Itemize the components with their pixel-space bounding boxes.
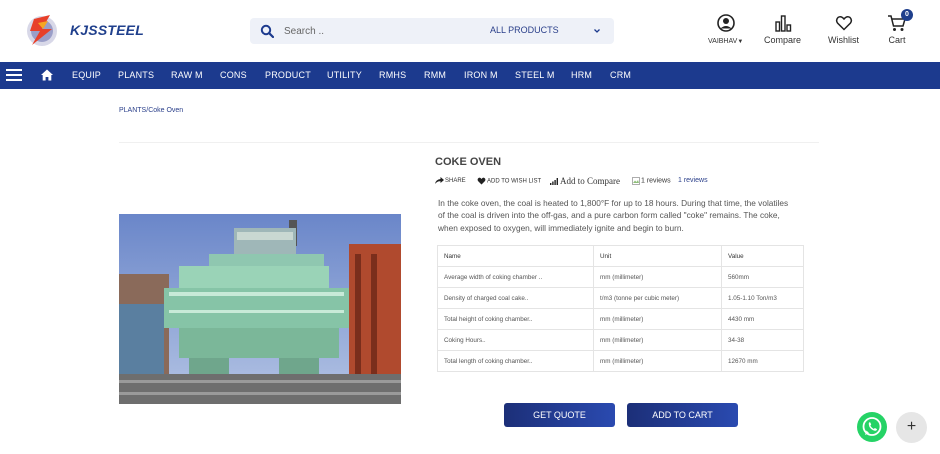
account-name: VAIBHAV xyxy=(708,38,738,45)
search-bar: ALL PRODUCTS xyxy=(250,18,614,44)
spec-value: 12670 mm xyxy=(721,350,804,372)
table-row: Total length of coking chamber.. mm (mil… xyxy=(437,350,804,372)
search-icon[interactable] xyxy=(260,24,274,38)
user-icon xyxy=(716,14,735,32)
compare-link[interactable]: Compare xyxy=(764,14,801,45)
plus-button[interactable]: + xyxy=(896,412,927,443)
category-select[interactable]: ALL PRODUCTS xyxy=(490,25,559,35)
nav-item-rmhs[interactable]: RMHS xyxy=(379,70,406,80)
site-header: KJSSTEEL ALL PRODUCTS VAIBHAV▼ xyxy=(0,0,940,62)
cart-label: Cart xyxy=(888,35,906,45)
nav-item-hrm[interactable]: HRM xyxy=(571,70,592,80)
nav-item-crm[interactable]: CRM xyxy=(610,70,631,80)
nav-item-raw-m[interactable]: RAW M xyxy=(171,70,203,80)
caret-down-icon: ▼ xyxy=(737,39,744,45)
share-icon xyxy=(435,177,444,184)
spec-unit: mm (millimeter) xyxy=(593,329,722,351)
nav-item-rmm[interactable]: RMM xyxy=(424,70,446,80)
wishlist-link[interactable]: Wishlist xyxy=(828,14,859,45)
spec-value: 1.05-1.10 Ton/m3 xyxy=(721,287,804,309)
reviews-link[interactable]: 1 reviews xyxy=(678,177,708,184)
specs-table: Name Unit Value Average width of coking … xyxy=(437,245,804,372)
compare-label: Compare xyxy=(764,35,802,45)
specs-header-value: Value xyxy=(721,245,804,267)
specs-header-unit: Unit xyxy=(593,245,722,267)
heart-icon xyxy=(835,16,852,31)
add-to-cart-button[interactable]: ADD TO CART xyxy=(627,403,738,427)
cart-count-badge: 0 xyxy=(901,9,913,21)
spec-name: Density of charged coal cake.. xyxy=(437,287,594,309)
bar-chart-icon xyxy=(550,178,558,186)
nav-item-equip[interactable]: EQUIP xyxy=(72,70,101,80)
wishlist-action-label: ADD TO WISH LIST xyxy=(487,178,542,185)
wishlist-label: Wishlist xyxy=(828,35,859,45)
nav-item-utility[interactable]: UTILITY xyxy=(327,70,362,80)
spec-unit: mm (millimeter) xyxy=(593,266,722,288)
spec-name: Total height of coking chamber.. xyxy=(437,308,594,330)
broken-image-icon xyxy=(632,177,640,185)
specs-header-row: Name Unit Value xyxy=(437,245,804,267)
specs-header-name: Name xyxy=(437,245,594,267)
nav-item-steel-m[interactable]: STEEL M xyxy=(515,70,555,80)
spec-value: 560mm xyxy=(721,266,804,288)
main-nav: EQUIP PLANTS RAW M CONS PRODUCT UTILITY … xyxy=(0,62,940,89)
spec-value: 4430 mm xyxy=(721,308,804,330)
spec-name: Average width of coking chamber .. xyxy=(437,266,594,288)
whatsapp-button[interactable] xyxy=(857,412,887,442)
account-menu[interactable]: VAIBHAV▼ xyxy=(708,14,743,45)
spec-name: Coking Hours.. xyxy=(437,329,594,351)
heart-icon xyxy=(477,177,486,185)
spec-name: Total length of coking chamber.. xyxy=(437,350,594,372)
table-row: Density of charged coal cake.. t/m3 (ton… xyxy=(437,287,804,309)
add-to-wishlist-button[interactable]: ADD TO WISH LIST xyxy=(477,177,541,185)
nav-item-iron-m[interactable]: IRON M xyxy=(464,70,498,80)
brand-name[interactable]: KJSSTEEL xyxy=(70,22,144,38)
compare-action-label: Add to Compare xyxy=(560,176,620,186)
spec-value: 34-38 xyxy=(721,329,804,351)
breadcrumb-current: Coke Oven xyxy=(148,107,184,114)
rating-image: 1 reviews xyxy=(632,177,671,185)
content-divider xyxy=(119,142,819,143)
nav-item-plants[interactable]: PLANTS xyxy=(118,70,154,80)
spec-unit: mm (millimeter) xyxy=(593,350,722,372)
add-to-compare-button[interactable]: Add to Compare xyxy=(550,176,620,186)
home-icon[interactable] xyxy=(41,69,53,81)
share-button[interactable]: SHARE xyxy=(435,177,466,184)
spec-unit: t/m3 (tonne per cubic meter) xyxy=(593,287,722,309)
hamburger-menu-icon[interactable] xyxy=(6,68,22,82)
search-input[interactable] xyxy=(284,22,454,40)
chevron-down-icon[interactable] xyxy=(593,27,601,35)
table-row: Coking Hours.. mm (millimeter) 34-38 xyxy=(437,329,804,351)
spec-unit: mm (millimeter) xyxy=(593,308,722,330)
table-row: Average width of coking chamber .. mm (m… xyxy=(437,266,804,288)
breadcrumb-plants[interactable]: PLANTS xyxy=(119,107,146,114)
get-quote-button[interactable]: GET QUOTE xyxy=(504,403,615,427)
page-root: KJSSTEEL ALL PRODUCTS VAIBHAV▼ xyxy=(0,0,940,454)
product-description: In the coke oven, the coal is heated to … xyxy=(438,198,789,233)
breadcrumb: PLANTS/Coke Oven xyxy=(119,107,183,114)
rating-alt-text: 1 reviews xyxy=(641,177,671,185)
share-label: SHARE xyxy=(445,178,466,185)
nav-item-product[interactable]: PRODUCT xyxy=(265,70,311,80)
nav-item-cons[interactable]: CONS xyxy=(220,70,247,80)
bar-chart-icon xyxy=(774,15,791,32)
kjssteel-logo-icon[interactable] xyxy=(20,9,70,49)
product-image[interactable] xyxy=(119,214,401,404)
product-title: COKE OVEN xyxy=(435,156,502,168)
table-row: Total height of coking chamber.. mm (mil… xyxy=(437,308,804,330)
whatsapp-icon xyxy=(862,417,882,436)
